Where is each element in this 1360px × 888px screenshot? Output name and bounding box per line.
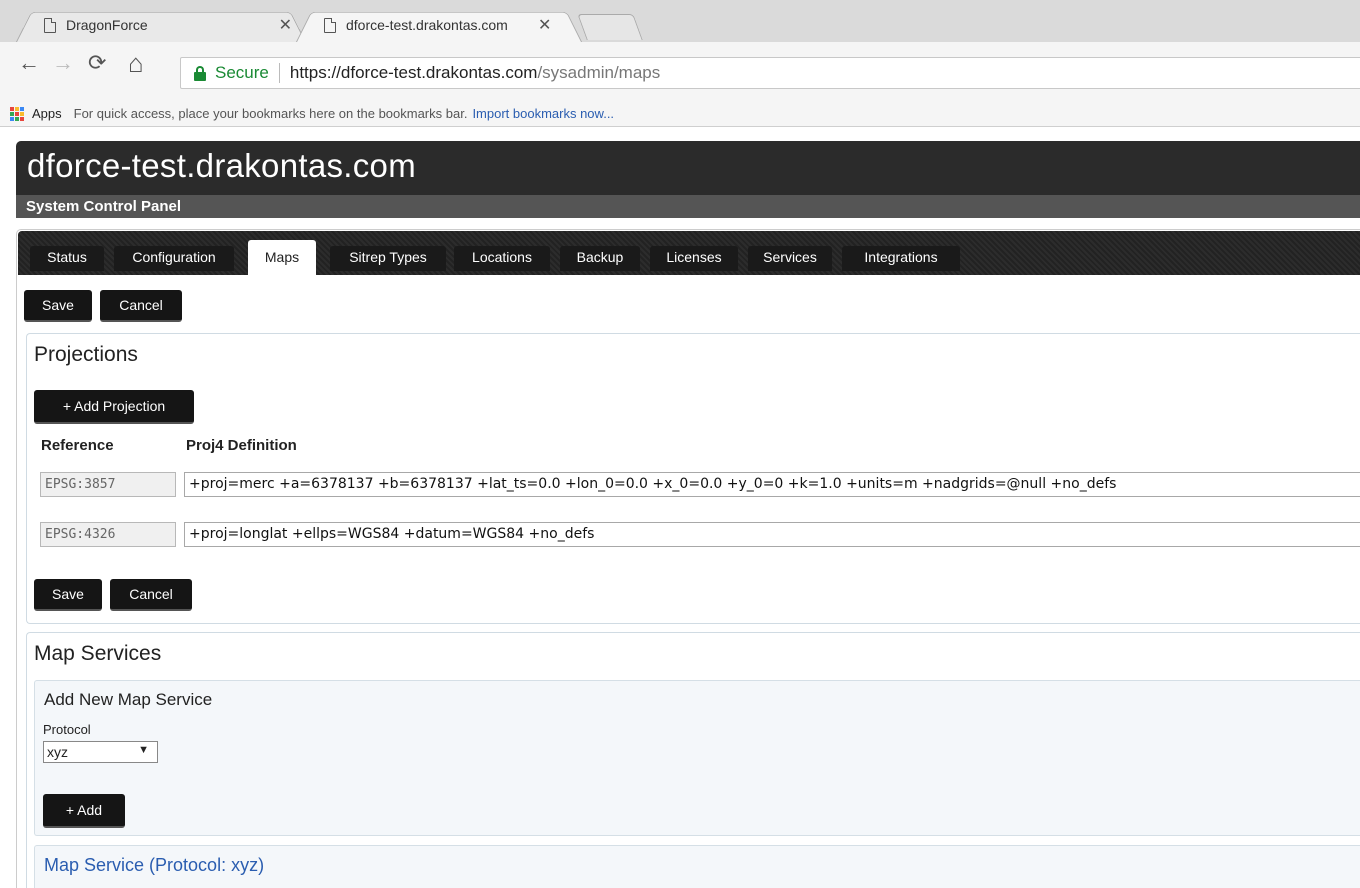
page-icon [324, 17, 336, 33]
tab-licenses[interactable]: Licenses [650, 246, 738, 271]
apps-dot [10, 116, 14, 121]
browser-tab-dragonforce[interactable]: DragonForce ✕ [16, 8, 306, 42]
add-map-service-title: Add New Map Service [44, 690, 213, 709]
site-subtitle: System Control Panel [16, 195, 1360, 218]
projections-title: Projections [34, 343, 138, 366]
tab-sitrep-types[interactable]: Sitrep Types [330, 246, 446, 271]
browser-tab-strip: DragonForce ✕ dforce-test.drakontas.com … [0, 0, 1360, 42]
cancel-button[interactable]: Cancel [100, 290, 182, 322]
site-title: dforce-test.drakontas.com [27, 147, 416, 184]
tab-backup[interactable]: Backup [560, 246, 640, 271]
protocol-value: xyz [47, 744, 68, 760]
apps-dot [20, 106, 24, 111]
bookmarks-bar: Apps For quick access, place your bookma… [0, 101, 1360, 127]
address-bar[interactable]: Secure https://dforce-test.drakontas.com… [180, 57, 1360, 89]
page-icon [44, 17, 56, 33]
apps-dot [20, 111, 24, 116]
nav-tab-bar: Status Configuration Maps Sitrep Types L… [18, 231, 1360, 276]
close-icon[interactable]: ✕ [279, 15, 292, 35]
proj4-definition-field[interactable]: +proj=longlat +ellps=WGS84 +datum=WGS84 … [184, 522, 1360, 547]
tab-locations[interactable]: Locations [454, 246, 550, 271]
projections-cancel-button[interactable]: Cancel [110, 579, 192, 611]
apps-dot [20, 116, 24, 121]
reference-field[interactable]: EPSG:3857 [40, 472, 176, 497]
browser-tab-title: dforce-test.drakontas.com [346, 17, 508, 33]
close-icon[interactable]: ✕ [538, 15, 551, 35]
proj4-definition-column-header: Proj4 Definition [186, 437, 297, 454]
tab-maps[interactable]: Maps [248, 240, 316, 276]
new-tab-button[interactable] [577, 14, 643, 40]
browser-tab-dforce-test[interactable]: dforce-test.drakontas.com ✕ [296, 8, 582, 42]
divider [278, 63, 280, 83]
save-button[interactable]: Save [24, 290, 92, 322]
site-header: dforce-test.drakontas.com System Control… [16, 141, 1360, 218]
dropdown-arrow-icon: ▼ [138, 744, 149, 756]
back-icon[interactable]: ← [18, 51, 40, 75]
url-path: /sysadmin/maps [537, 63, 661, 82]
apps-link[interactable]: Apps [32, 106, 62, 121]
protocol-label: Protocol [43, 722, 91, 737]
map-services-title: Map Services [34, 642, 162, 665]
apps-grid-icon[interactable] [10, 106, 24, 121]
tab-configuration[interactable]: Configuration [114, 246, 234, 271]
apps-dot [10, 106, 14, 111]
map-service-title[interactable]: Map Service (Protocol: xyz) [44, 855, 264, 876]
apps-dot [15, 111, 19, 116]
protocol-select[interactable]: xyz ▼ [43, 741, 158, 763]
security-label: Secure [215, 63, 269, 82]
forward-icon[interactable]: → [52, 51, 74, 75]
reload-icon[interactable]: ⟳ [88, 51, 106, 75]
tab-integrations[interactable]: Integrations [842, 246, 960, 271]
reference-column-header: Reference [41, 437, 114, 454]
add-projection-button[interactable]: + Add Projection [34, 390, 194, 424]
apps-dot [10, 111, 14, 116]
tab-status[interactable]: Status [30, 246, 104, 271]
apps-dot [15, 116, 19, 121]
import-bookmarks-link[interactable]: Import bookmarks now... [472, 106, 614, 121]
reference-field[interactable]: EPSG:4326 [40, 522, 176, 547]
add-map-service-button[interactable]: + Add [43, 794, 125, 828]
url-host: https://dforce-test.drakontas.com [289, 63, 538, 82]
add-map-service-panel [34, 680, 1360, 836]
projections-save-button[interactable]: Save [34, 579, 102, 611]
browser-tab-title: DragonForce [66, 17, 148, 33]
tab-services[interactable]: Services [748, 246, 832, 271]
bookmarks-hint: For quick access, place your bookmarks h… [73, 106, 468, 121]
proj4-definition-field[interactable]: +proj=merc +a=6378137 +b=6378137 +lat_ts… [184, 472, 1360, 497]
apps-dot [15, 106, 19, 111]
lock-icon [193, 65, 207, 81]
home-icon[interactable]: ⌂ [128, 50, 144, 76]
